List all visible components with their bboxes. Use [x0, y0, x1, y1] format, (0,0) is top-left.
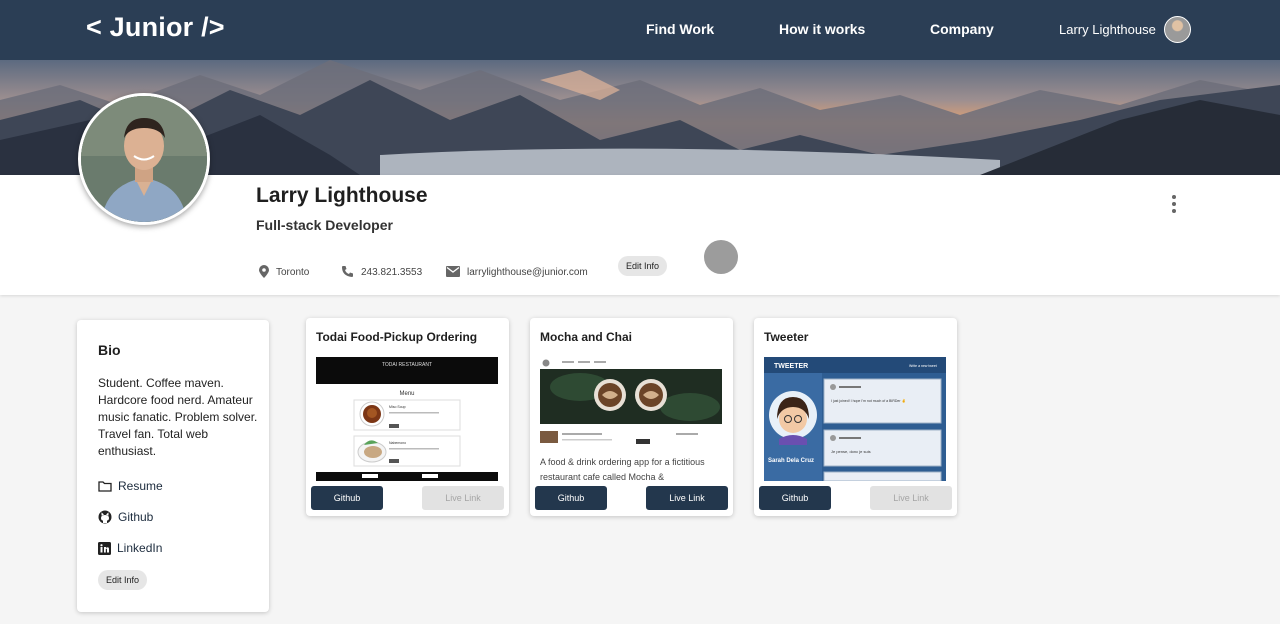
logo[interactable]: < Junior />: [86, 12, 225, 43]
profile-name: Larry Lighthouse: [256, 184, 428, 207]
phone-icon: [342, 265, 353, 277]
phone-text: 243.821.3553: [361, 267, 423, 278]
linkedin-icon: [98, 541, 111, 555]
project-card[interactable]: Tweeter TWEETER Write a new tweet Sarah …: [754, 318, 957, 516]
email: larrylighthouse@junior.com: [446, 264, 588, 278]
location-text: Toronto: [276, 267, 310, 278]
project-card[interactable]: Mocha and Chai A food & drink ordering a…: [530, 318, 733, 516]
github-button[interactable]: Github: [311, 486, 383, 510]
github-link[interactable]: Github: [98, 510, 153, 524]
github-link-label: Github: [118, 510, 154, 524]
github-button[interactable]: Github: [535, 486, 607, 510]
tweeter-brand: TWEETER: [774, 363, 808, 370]
folder-icon: [98, 480, 112, 492]
nav-user-name: Larry Lighthouse: [1059, 22, 1156, 37]
todai-item-1: Miso Soup: [389, 405, 406, 409]
location-pin-icon: [259, 264, 269, 278]
live-link-button[interactable]: Live Link: [646, 486, 728, 510]
profile-avatar[interactable]: [78, 93, 210, 225]
resume-link-label: Resume: [118, 479, 163, 493]
person-photo: [81, 96, 207, 222]
more-options-icon[interactable]: [1168, 195, 1180, 215]
project-thumbnail: A food & drink ordering app for a fictit…: [540, 357, 722, 481]
todai-item-2: Nabemono: [389, 441, 406, 445]
project-description: A food & drink ordering app for a fictit…: [540, 457, 705, 481]
live-link-button[interactable]: Live Link: [422, 486, 504, 510]
project-title: Mocha and Chai: [540, 330, 633, 344]
tweeter-screenshot: TWEETER Write a new tweet Sarah Dela Cru…: [764, 357, 946, 481]
bio-text: Student. Coffee maven. Hardcore food ner…: [98, 376, 258, 458]
user-avatar-small: [1163, 16, 1191, 43]
nav-user-menu[interactable]: Larry Lighthouse: [1059, 16, 1191, 43]
nav-how-it-works[interactable]: How it works: [779, 21, 865, 37]
edit-bio-button[interactable]: Edit Info: [98, 570, 148, 590]
tweeter-compose: Write a new tweet: [909, 364, 937, 368]
mocha-screenshot: [540, 357, 722, 452]
project-title: Todai Food-Pickup Ordering: [316, 330, 478, 344]
project-thumbnail: TWEETER Write a new tweet Sarah Dela Cru…: [764, 357, 946, 481]
todai-screenshot: TODAI RESTAURANT Menu Miso Soup Nabemono: [316, 357, 498, 481]
bio-card: Bio Student. Coffee maven. Hardcore food…: [77, 320, 269, 612]
nav-find-work[interactable]: Find Work: [646, 21, 714, 37]
cursor-indicator: [704, 240, 738, 274]
project-card[interactable]: Todai Food-Pickup Ordering TODAI RESTAUR…: [306, 318, 509, 516]
tweeter-user: Sarah Dela Cruz: [768, 458, 814, 464]
todai-brand: TODAI RESTAURANT: [382, 362, 432, 368]
nav-company[interactable]: Company: [930, 21, 994, 37]
email-text: larrylighthouse@junior.com: [467, 267, 588, 278]
profile-title: Full-stack Developer: [256, 217, 393, 233]
top-nav: < Junior /> Find Work How it works Compa…: [0, 0, 1280, 60]
bio-heading: Bio: [98, 342, 121, 358]
phone: 243.821.3553: [341, 264, 422, 278]
tweeter-tweet-2: Je pense, donc je suis: [831, 449, 871, 454]
tweeter-tweet-1: I just joined! I hope I'm not much of a …: [831, 398, 906, 403]
edit-profile-info-button[interactable]: Edit Info: [618, 256, 668, 276]
linkedin-link[interactable]: LinkedIn: [98, 541, 162, 555]
github-icon: [98, 510, 112, 524]
resume-link[interactable]: Resume: [98, 479, 163, 493]
project-title: Tweeter: [764, 330, 809, 344]
github-button[interactable]: Github: [759, 486, 831, 510]
linkedin-link-label: LinkedIn: [117, 541, 163, 555]
live-link-button[interactable]: Live Link: [870, 486, 952, 510]
location: Toronto: [259, 264, 309, 278]
email-icon: [446, 265, 460, 277]
todai-menu-title: Menu: [399, 391, 414, 397]
project-thumbnail: TODAI RESTAURANT Menu Miso Soup Nabemono: [316, 357, 498, 481]
